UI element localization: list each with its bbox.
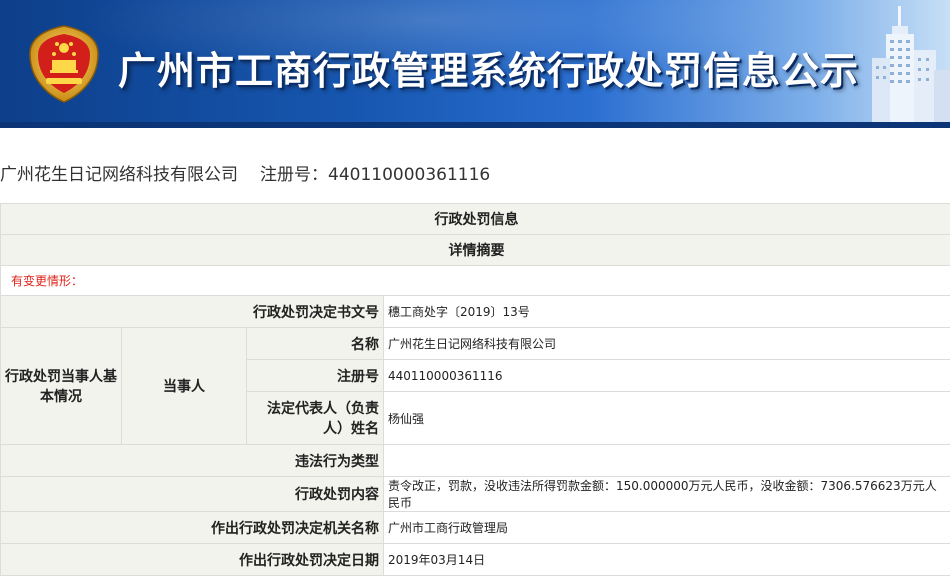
legal-rep-label: 法定代表人（负责人）姓名 bbox=[247, 392, 384, 445]
decision-no-value: 穗工商处字〔2019〕13号 bbox=[384, 296, 950, 328]
penalty-content-value: 责令改正，罚款，没收违法所得罚款金额：150.000000万元人民币，没收金额：… bbox=[384, 477, 950, 512]
legal-rep-value: 杨仙强 bbox=[384, 392, 950, 445]
table-row: 行政处罚当事人基本情况 当事人 名称 广州花生日记网络科技有限公司 bbox=[1, 328, 950, 360]
name-value: 广州花生日记网络科技有限公司 bbox=[384, 328, 950, 360]
penalty-content-label: 行政处罚内容 bbox=[1, 477, 384, 512]
page-banner: 广州市工商行政管理系统行政处罚信息公示 bbox=[0, 0, 950, 128]
national-emblem-icon bbox=[26, 24, 102, 104]
reg-value: 440110000361116 bbox=[384, 360, 950, 392]
company-summary: 广州花生日记网络科技有限公司 注册号：440110000361116 bbox=[0, 160, 490, 185]
company-name: 广州花生日记网络科技有限公司 bbox=[0, 165, 238, 185]
building-illustration bbox=[858, 0, 950, 128]
reg-number-label: 注册号： bbox=[260, 165, 328, 185]
reg-number-value: 440110000361116 bbox=[328, 165, 490, 185]
section-subtitle-row: 详情摘要 bbox=[1, 235, 950, 266]
table-row: 行政处罚决定书文号 穗工商处字〔2019〕13号 bbox=[1, 296, 950, 328]
section-title-row: 行政处罚信息 bbox=[1, 204, 950, 235]
table-row: 作出行政处罚决定机关名称 广州市工商行政管理局 bbox=[1, 512, 950, 544]
party-group-label: 行政处罚当事人基本情况 bbox=[1, 328, 122, 445]
party-label: 当事人 bbox=[122, 328, 247, 445]
page-title: 广州市工商行政管理系统行政处罚信息公示 bbox=[118, 40, 859, 95]
name-label: 名称 bbox=[247, 328, 384, 360]
change-notice: 有变更情形： bbox=[1, 266, 950, 296]
authority-label: 作出行政处罚决定机关名称 bbox=[1, 512, 384, 544]
section-subtitle: 详情摘要 bbox=[1, 235, 950, 266]
authority-value: 广州市工商行政管理局 bbox=[384, 512, 950, 544]
change-notice-row: 有变更情形： bbox=[1, 266, 950, 296]
violation-type-value bbox=[384, 445, 950, 477]
table-row: 行政处罚内容 责令改正，罚款，没收违法所得罚款金额：150.000000万元人民… bbox=[1, 477, 950, 512]
reg-label: 注册号 bbox=[247, 360, 384, 392]
table-row: 作出行政处罚决定日期 2019年03月14日 bbox=[1, 544, 950, 576]
banner-bottom-stripe bbox=[0, 122, 950, 128]
violation-type-label: 违法行为类型 bbox=[1, 445, 384, 477]
decision-date-value: 2019年03月14日 bbox=[384, 544, 950, 576]
table-row: 违法行为类型 bbox=[1, 445, 950, 477]
penalty-info-table: 行政处罚信息 详情摘要 有变更情形： 行政处罚决定书文号 穗工商处字〔2019〕… bbox=[0, 203, 950, 576]
decision-date-label: 作出行政处罚决定日期 bbox=[1, 544, 384, 576]
decision-no-label: 行政处罚决定书文号 bbox=[1, 296, 384, 328]
section-title: 行政处罚信息 bbox=[1, 204, 950, 235]
